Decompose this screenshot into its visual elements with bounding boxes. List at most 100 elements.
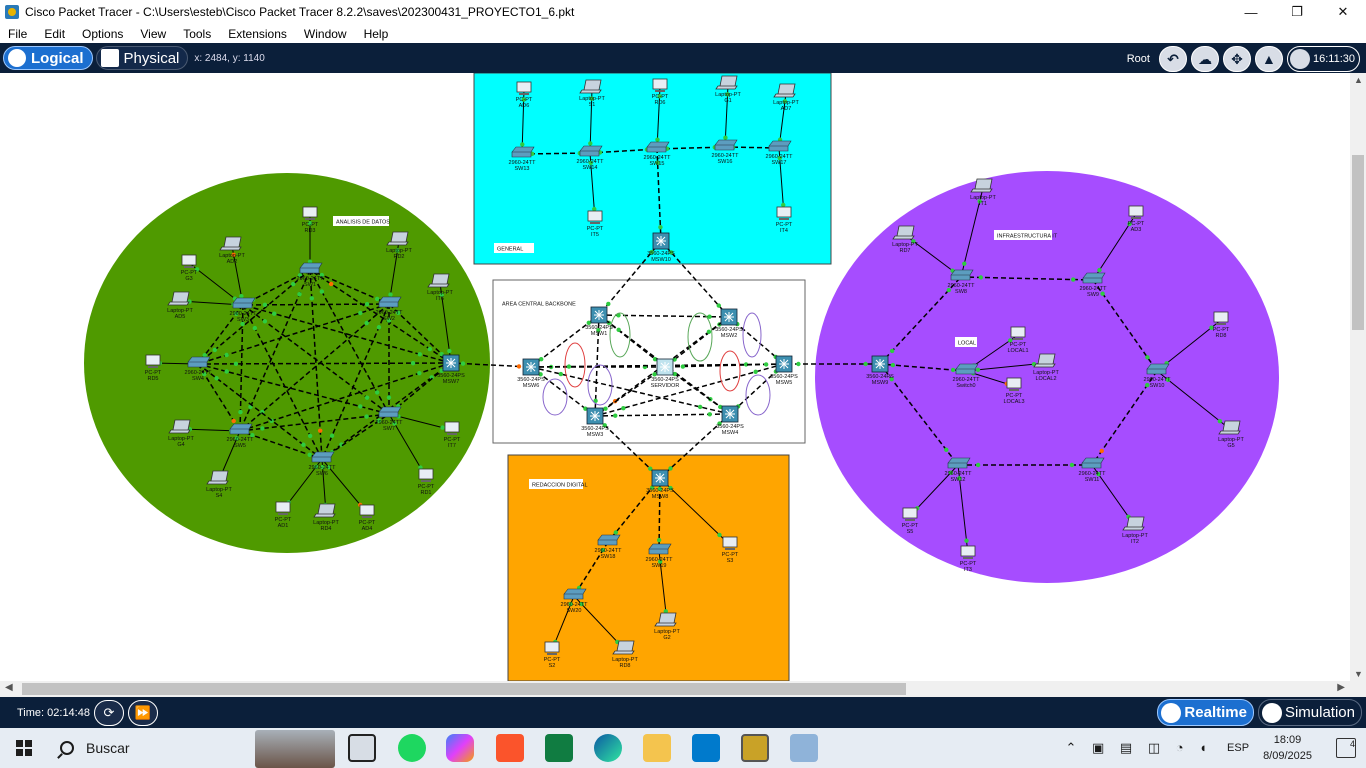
- taskbar-search[interactable]: Buscar: [48, 728, 248, 768]
- pc-icon: [181, 254, 197, 266]
- device-name: LOCAL1: [1007, 348, 1028, 354]
- pc-icon: [1010, 326, 1026, 338]
- switch-icon: [597, 534, 621, 546]
- area-label-infra[interactable]: INFRAESTRUCTURA IT: [997, 234, 1058, 240]
- device-name: LOCAL3: [1003, 399, 1024, 405]
- link-light: [1099, 448, 1104, 454]
- device-name: SW7: [383, 426, 395, 432]
- scroll-up-icon[interactable]: ▲: [1354, 75, 1363, 85]
- pc-base: [362, 516, 372, 518]
- excel-icon[interactable]: [545, 734, 573, 762]
- menu-window[interactable]: Window: [296, 27, 356, 41]
- switch-icon: [1081, 457, 1105, 469]
- link-light: [440, 425, 445, 430]
- link-light: [307, 433, 313, 439]
- taskbar-time: 18:09: [1273, 734, 1302, 746]
- menu-help[interactable]: Help: [356, 27, 398, 41]
- area-label-general[interactable]: GENERAL: [497, 247, 523, 253]
- edge-icon[interactable]: [594, 734, 622, 762]
- menu-tools[interactable]: Tools: [175, 27, 220, 41]
- realtime-button[interactable]: Realtime: [1157, 699, 1254, 726]
- menu-options[interactable]: Options: [74, 27, 132, 41]
- maximize-button[interactable]: ❐: [1274, 0, 1320, 24]
- device-name: SW19: [652, 563, 667, 569]
- landscape-icon[interactable]: ▲: [1254, 46, 1283, 72]
- switch-icon: [579, 145, 603, 157]
- pc-base: [184, 266, 194, 268]
- link-light: [358, 310, 363, 316]
- vertical-scrollbar[interactable]: ▲ ▼: [1350, 73, 1366, 681]
- pc-icon: [1128, 205, 1144, 217]
- pc-base: [421, 480, 431, 482]
- link-light: [1069, 462, 1075, 468]
- search-highlight-image[interactable]: [255, 730, 335, 768]
- clock-widget[interactable]: 16:11:30: [1286, 46, 1360, 72]
- link-light: [1145, 355, 1150, 360]
- language-indicator[interactable]: ESP: [1227, 742, 1249, 754]
- notification-icon[interactable]: 4: [1336, 738, 1356, 758]
- menu-edit[interactable]: Edit: [36, 27, 74, 41]
- arrows-icon: [655, 473, 665, 483]
- snipping-tool-icon[interactable]: [790, 734, 818, 762]
- device-name: SW4: [192, 376, 204, 382]
- physical-tab-label: Physical: [123, 49, 180, 67]
- fast-forward-icon[interactable]: ⏩: [127, 699, 158, 726]
- task-view-icon[interactable]: [348, 734, 376, 762]
- pc-base: [447, 433, 457, 435]
- menu-file[interactable]: File: [0, 27, 36, 41]
- device-name: Switch0: [956, 383, 975, 389]
- arrows-icon: [660, 362, 670, 372]
- simulation-button[interactable]: Simulation: [1257, 699, 1362, 726]
- link-light: [668, 466, 673, 471]
- network-topology[interactable]: PC-PTAD6Laptop-PTS1PC-PTRD6Laptop-PTG1 La…: [0, 73, 1350, 681]
- minimize-button[interactable]: —: [1228, 0, 1274, 24]
- link-light: [516, 364, 522, 369]
- close-button[interactable]: ✕: [1320, 0, 1366, 24]
- link-light: [386, 395, 392, 400]
- brave-icon[interactable]: [496, 734, 524, 762]
- horizontal-scrollbar[interactable]: ◀ ▶: [0, 681, 1350, 697]
- link-light: [417, 352, 422, 357]
- back-arrow-icon[interactable]: ↶: [1158, 46, 1187, 72]
- vscode-icon[interactable]: [692, 734, 720, 762]
- horizontal-scroll-thumb[interactable]: [22, 683, 906, 695]
- logical-workspace[interactable]: PC-PT AD6 Laptop-PT S1 PC-PT RD6 Laptop-PT G1 La…: [0, 73, 1350, 681]
- scroll-down-icon[interactable]: ▼: [1354, 669, 1363, 679]
- arrows-icon: [724, 312, 734, 322]
- power-cycle-icon[interactable]: ⟳: [93, 699, 124, 726]
- logical-tab[interactable]: Logical: [3, 46, 93, 70]
- scroll-right-icon[interactable]: ▶: [1337, 682, 1345, 693]
- area-label-backbone[interactable]: AREA CENTRAL BACKBONE: [502, 302, 576, 308]
- device-name: S4: [216, 493, 223, 499]
- tray-icons[interactable]: ⌃ ▣ ▤ ◫ ◔ ◖: [1066, 740, 1214, 756]
- pc-base: [1131, 217, 1141, 219]
- link-light: [796, 361, 801, 367]
- pc-icon: [1006, 377, 1022, 389]
- menu-view[interactable]: View: [132, 27, 175, 41]
- packet-tracer-taskbar-icon[interactable]: [741, 734, 769, 762]
- area-label-analisis[interactable]: ANALISIS DE DATOS: [336, 220, 390, 226]
- spotify-icon[interactable]: [398, 734, 426, 762]
- link-light: [621, 406, 626, 411]
- vertical-scroll-thumb[interactable]: [1352, 155, 1364, 330]
- link-light: [364, 301, 370, 307]
- copilot-icon[interactable]: [446, 734, 474, 762]
- taskbar-clock[interactable]: 18:09 8/09/2025: [1263, 732, 1312, 764]
- physical-tab[interactable]: Physical: [95, 46, 189, 70]
- cursor-coords: x: 2484, y: 1140: [194, 52, 265, 64]
- pc-icon: [516, 81, 532, 93]
- switch-icon: [1082, 272, 1106, 284]
- cloud-icon[interactable]: ☁: [1190, 46, 1219, 72]
- area-label-local[interactable]: LOCAL: [958, 341, 976, 347]
- link-light: [301, 442, 306, 447]
- scroll-left-icon[interactable]: ◀: [5, 682, 13, 693]
- file-explorer-icon[interactable]: [643, 734, 671, 762]
- link-light: [717, 532, 722, 538]
- device-name: AD2: [227, 259, 238, 265]
- link-light: [656, 537, 662, 543]
- move-icon[interactable]: ✥: [1222, 46, 1251, 72]
- link-light: [613, 413, 618, 418]
- area-label-redaccion[interactable]: REDACCION DIGITAL: [532, 483, 588, 489]
- start-button[interactable]: [0, 728, 48, 768]
- menu-extensions[interactable]: Extensions: [220, 27, 296, 41]
